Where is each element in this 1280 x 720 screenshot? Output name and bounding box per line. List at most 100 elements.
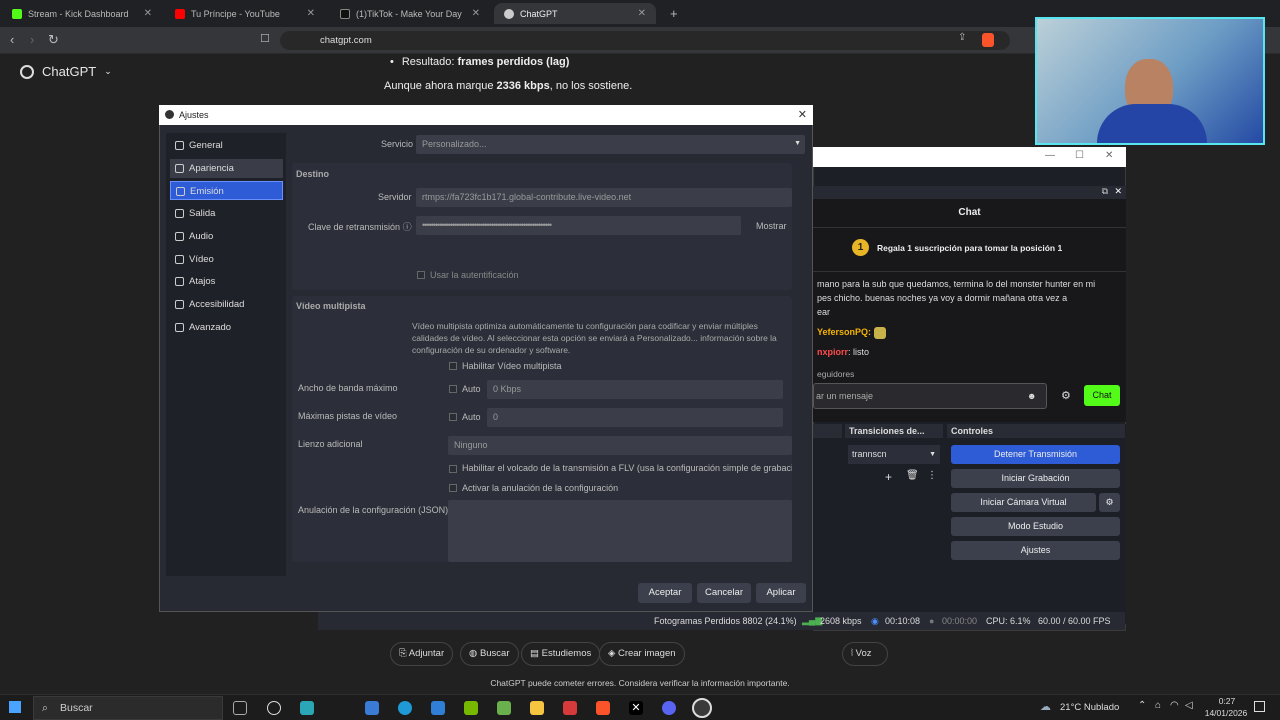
float-icon[interactable]: ⧉: [1102, 186, 1108, 197]
add-icon[interactable]: +: [885, 470, 892, 484]
speaker-icon: [175, 232, 184, 241]
canvas-select[interactable]: Ninguno: [448, 436, 792, 455]
obs-title-bar: — ☐ ✕: [813, 147, 1126, 167]
model-selector[interactable]: ChatGPT: [42, 64, 96, 79]
tracks-input[interactable]: 0: [487, 408, 783, 427]
close-icon[interactable]: ✕: [798, 105, 807, 125]
tracks-auto-checkbox[interactable]: [449, 413, 457, 421]
clock-date[interactable]: 14/01/2026: [1200, 708, 1252, 718]
apply-button[interactable]: Aplicar: [756, 583, 806, 603]
attach-button[interactable]: ⎘ Adjuntar: [390, 642, 454, 666]
bandwidth-input[interactable]: 0 Kbps: [487, 380, 783, 399]
sidebar-item-advanced[interactable]: Avanzado: [170, 318, 283, 337]
new-tab-button[interactable]: +: [660, 3, 680, 24]
close-icon[interactable]: ✕: [144, 8, 152, 19]
sidebar-item-hotkeys[interactable]: Atajos: [170, 272, 283, 291]
clock-time[interactable]: 0:27: [1210, 696, 1244, 706]
sidebar-item-stream[interactable]: Emisión: [170, 181, 283, 200]
brave-icon[interactable]: [596, 701, 610, 715]
share-icon[interactable]: ⇪: [958, 32, 966, 43]
accept-button[interactable]: Aceptar: [638, 583, 692, 603]
gear-icon[interactable]: ⚙: [1061, 389, 1071, 402]
mail-icon[interactable]: [431, 701, 445, 715]
chat-send-button[interactable]: Chat: [1084, 385, 1120, 406]
windows-start-icon[interactable]: [9, 701, 21, 713]
obs-taskbar-active-icon[interactable]: [692, 698, 712, 718]
service-select[interactable]: Personalizado... ▼: [416, 135, 805, 154]
multitrack-checkbox[interactable]: [449, 362, 457, 370]
auth-checkbox[interactable]: [417, 271, 425, 279]
json-textarea[interactable]: [448, 500, 792, 562]
gear-icon[interactable]: ⚙: [1099, 493, 1120, 512]
studio-mode-button[interactable]: Modo Estudio: [951, 517, 1120, 536]
tab-chatgpt[interactable]: ChatGPT ✕: [494, 3, 656, 24]
trash-icon[interactable]: 🗑: [906, 470, 919, 481]
brave-shield-icon[interactable]: [982, 33, 994, 47]
minimize-icon[interactable]: —: [1045, 150, 1055, 161]
sidebar-item-output[interactable]: Salida: [170, 204, 283, 223]
close-icon[interactable]: ✕: [1105, 150, 1113, 161]
bookmark-icon[interactable]: ☐: [260, 32, 270, 45]
chat-message: pes chicho. buenas noches ya voy a dormi…: [817, 293, 1068, 303]
close-icon[interactable]: ✕: [472, 8, 480, 19]
more-icon[interactable]: ⋮: [927, 470, 937, 481]
notification-icon[interactable]: [1254, 701, 1265, 712]
task-view-icon[interactable]: [233, 701, 247, 715]
settings-button[interactable]: Ajustes: [951, 541, 1120, 560]
wifi-icon[interactable]: ◠: [1170, 700, 1179, 711]
cancel-button[interactable]: Cancelar: [697, 583, 751, 603]
bandwidth-auto-checkbox[interactable]: [449, 385, 457, 393]
chatgpt-header[interactable]: ChatGPT ⌄: [20, 64, 112, 79]
tab-kick[interactable]: Stream - Kick Dashboard ✕: [2, 3, 162, 24]
sidebar-item-appearance[interactable]: Apariencia: [170, 159, 283, 178]
close-icon[interactable]: ✕: [638, 8, 646, 19]
nvidia-icon[interactable]: [464, 701, 478, 715]
emoji-icon[interactable]: ☻: [1027, 391, 1036, 401]
network-icon[interactable]: ⌂: [1155, 700, 1161, 711]
show-key-button[interactable]: Mostrar: [756, 221, 787, 231]
sidebar-item-video[interactable]: Vídeo: [170, 250, 283, 269]
volume-icon[interactable]: ◁: [1185, 700, 1193, 711]
destination-title: Destino: [296, 169, 330, 179]
x-icon[interactable]: ✕: [629, 701, 643, 715]
stream-key-input[interactable]: ••••••••••••••••••••••••••••••••••••••••…: [416, 216, 741, 235]
start-recording-button[interactable]: Iniciar Grabación: [951, 469, 1120, 488]
reload-icon[interactable]: ↻: [48, 32, 59, 48]
weather[interactable]: 21°C Nublado: [1060, 702, 1119, 713]
back-icon[interactable]: ‹: [10, 32, 14, 47]
store-icon[interactable]: [365, 701, 379, 715]
flv-checkbox[interactable]: [449, 465, 457, 473]
app-icon[interactable]: [300, 701, 314, 715]
edge-icon[interactable]: [398, 701, 412, 715]
search-button[interactable]: ◍ Buscar: [460, 642, 519, 666]
discord-icon[interactable]: [662, 701, 676, 715]
obs-taskbar-icon[interactable]: [267, 701, 281, 715]
tab-youtube[interactable]: Tu Príncipe - YouTube ✕: [165, 3, 325, 24]
start-virtual-camera-button[interactable]: Iniciar Cámara Virtual: [951, 493, 1096, 512]
sidebar-item-general[interactable]: General: [170, 136, 283, 155]
server-input[interactable]: rtmps://fa723fc1b171.global-contribute.l…: [416, 188, 792, 207]
study-button[interactable]: ▤ Estudiemos: [521, 642, 601, 666]
create-image-button[interactable]: ◈ Crear imagen: [599, 642, 685, 666]
transition-select[interactable]: trannscn ▼: [848, 445, 940, 464]
app-icon[interactable]: [563, 701, 577, 715]
url-field[interactable]: chatgpt.com: [280, 31, 1010, 50]
disclaimer: ChatGPT puede cometer errores. Considera…: [490, 678, 790, 688]
minecraft-icon[interactable]: [497, 701, 511, 715]
chevron-up-icon[interactable]: ⌃: [1138, 700, 1146, 711]
chatgpt-composer-tools: ⎘ Adjuntar ◍ Buscar ▤ Estudiemos ◈ Crear…: [390, 642, 893, 666]
voice-button[interactable]: ⦚ Voz: [842, 642, 888, 666]
maximize-icon[interactable]: ☐: [1075, 150, 1084, 161]
palette-icon: [175, 164, 184, 173]
stop-stream-button[interactable]: Detener Transmisión: [951, 445, 1120, 464]
close-icon[interactable]: ✕: [307, 8, 315, 19]
forward-icon[interactable]: ›: [30, 32, 34, 47]
tab-tiktok[interactable]: (1)TikTok - Make Your Day ✕: [330, 3, 490, 24]
sidebar-item-audio[interactable]: Audio: [170, 227, 283, 246]
close-icon[interactable]: ✕: [1114, 186, 1122, 197]
override-checkbox[interactable]: [449, 484, 457, 492]
taskbar-search[interactable]: ⌕ Buscar: [33, 696, 223, 720]
folder-icon[interactable]: [530, 701, 544, 715]
chat-input[interactable]: ar un mensaje: [813, 383, 1047, 409]
sidebar-item-accessibility[interactable]: Accesibilidad: [170, 295, 283, 314]
